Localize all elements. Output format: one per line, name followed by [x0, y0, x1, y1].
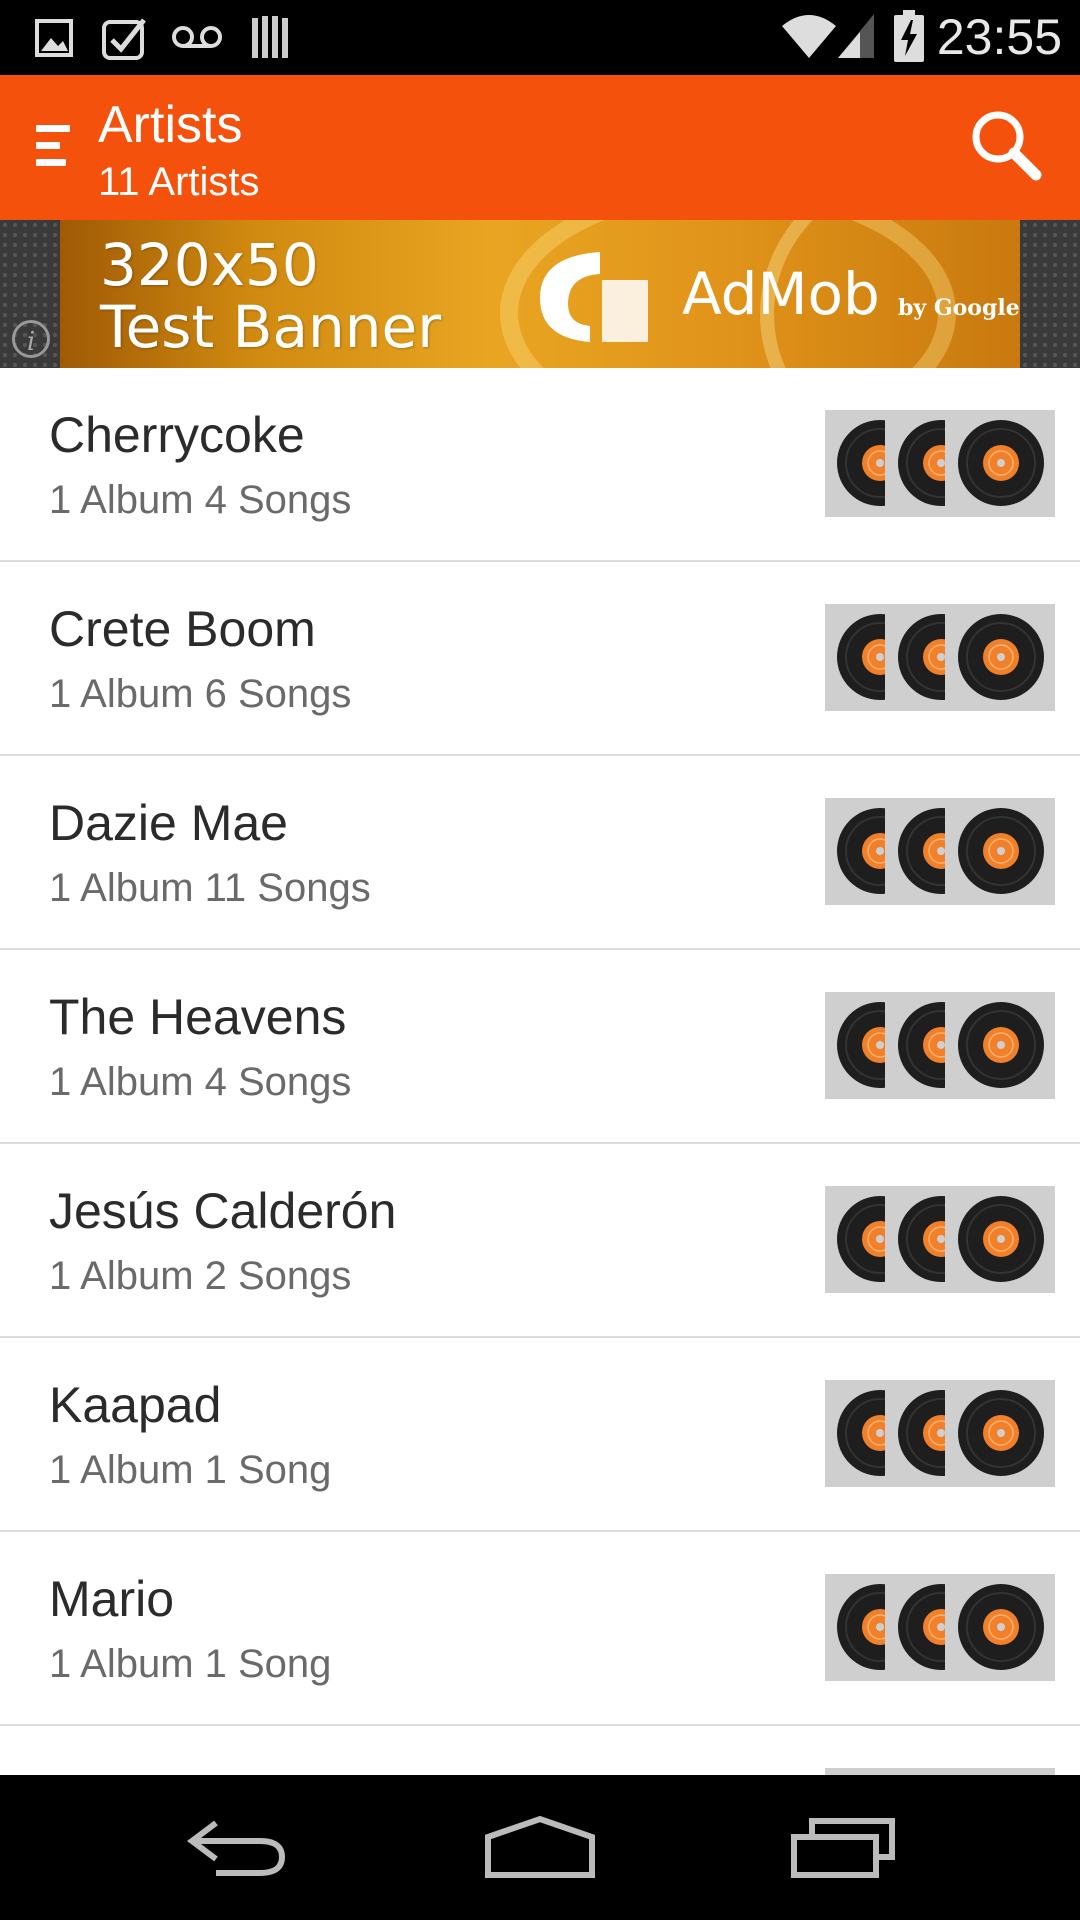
signal-icon	[838, 14, 874, 58]
ad-banner-image[interactable]: 320x50 Test Banner AdMob by Google	[60, 220, 1020, 368]
artist-row[interactable]: Mario 1 Album 1 Song	[0, 1532, 1080, 1726]
ad-brand-sub: by Google	[898, 295, 1020, 321]
artist-row[interactable]: Kaapad 1 Album 1 Song	[0, 1338, 1080, 1532]
artist-album-song-count: 1 Album 1 Song	[49, 1448, 332, 1492]
artist-album-song-count: 1 Album 1 Song	[49, 1642, 332, 1686]
artist-name: Dazie Mae	[49, 795, 288, 851]
artist-album-song-count: 1 Album 6 Songs	[49, 672, 352, 716]
artist-album-song-count: 1 Album 2 Songs	[49, 1254, 352, 1298]
nav-bar	[0, 1775, 1080, 1920]
vinyl-records-icon	[825, 1186, 1055, 1293]
vinyl-records-icon	[825, 1380, 1055, 1487]
voicemail-icon	[172, 26, 222, 48]
artist-list: Cherrycoke 1 Album 4 Songs Crete Boom 1 Alb…	[0, 368, 1080, 1775]
artist-name: Kaapad	[49, 1377, 222, 1433]
artist-name: The Heavens	[49, 989, 347, 1045]
vinyl-records-icon	[825, 1768, 1055, 1775]
artist-row[interactable]: Cherrycoke 1 Album 4 Songs	[0, 368, 1080, 562]
barcode-icon	[252, 16, 288, 58]
artist-row[interactable]	[0, 1726, 1080, 1775]
app-bar: Artists 11 Artists	[0, 75, 1080, 220]
ad-brand: AdMob	[682, 260, 880, 328]
ad-line1: 320x50	[100, 231, 319, 299]
artist-album-song-count: 1 Album 11 Songs	[49, 866, 371, 910]
artist-row[interactable]: Dazie Mae 1 Album 11 Songs	[0, 756, 1080, 950]
vinyl-records-icon	[825, 604, 1055, 711]
artist-name: Mario	[49, 1571, 175, 1627]
artist-name: Jesús Calderón	[49, 1183, 397, 1239]
ad-text: 320x50 Test Banner	[100, 234, 441, 358]
status-bar: 23:55	[0, 0, 1080, 75]
home-icon[interactable]	[484, 1815, 596, 1881]
recent-apps-icon[interactable]	[790, 1815, 898, 1881]
vinyl-records-icon	[825, 798, 1055, 905]
image-icon	[35, 19, 73, 57]
search-icon[interactable]	[966, 105, 1046, 185]
ad-banner[interactable]: 320x50 Test Banner AdMob by Google i	[0, 220, 1080, 368]
artist-name: Cherrycoke	[49, 407, 305, 463]
vinyl-records-icon	[825, 1574, 1055, 1681]
back-icon[interactable]	[186, 1815, 290, 1881]
vinyl-records-icon	[825, 992, 1055, 1099]
artist-album-song-count: 1 Album 4 Songs	[49, 478, 352, 522]
status-time: 23:55	[936, 9, 1062, 65]
hamburger-menu-icon[interactable]	[36, 125, 70, 173]
artist-album-song-count: 1 Album 4 Songs	[49, 1060, 352, 1104]
ad-info-icon[interactable]: i	[12, 320, 50, 358]
artist-row[interactable]: The Heavens 1 Album 4 Songs	[0, 950, 1080, 1144]
task-check-icon	[102, 18, 146, 60]
page-subtitle: 11 Artists	[98, 160, 260, 204]
artist-row[interactable]: Crete Boom 1 Album 6 Songs	[0, 562, 1080, 756]
page-title: Artists	[98, 96, 243, 154]
wifi-icon	[782, 15, 836, 58]
artist-row[interactable]: Jesús Calderón 1 Album 2 Songs	[0, 1144, 1080, 1338]
battery-charging-icon	[894, 10, 924, 62]
admob-logo-icon	[540, 252, 648, 342]
vinyl-records-icon	[825, 410, 1055, 517]
artist-name: Crete Boom	[49, 601, 316, 657]
ad-line2: Test Banner	[100, 293, 442, 361]
